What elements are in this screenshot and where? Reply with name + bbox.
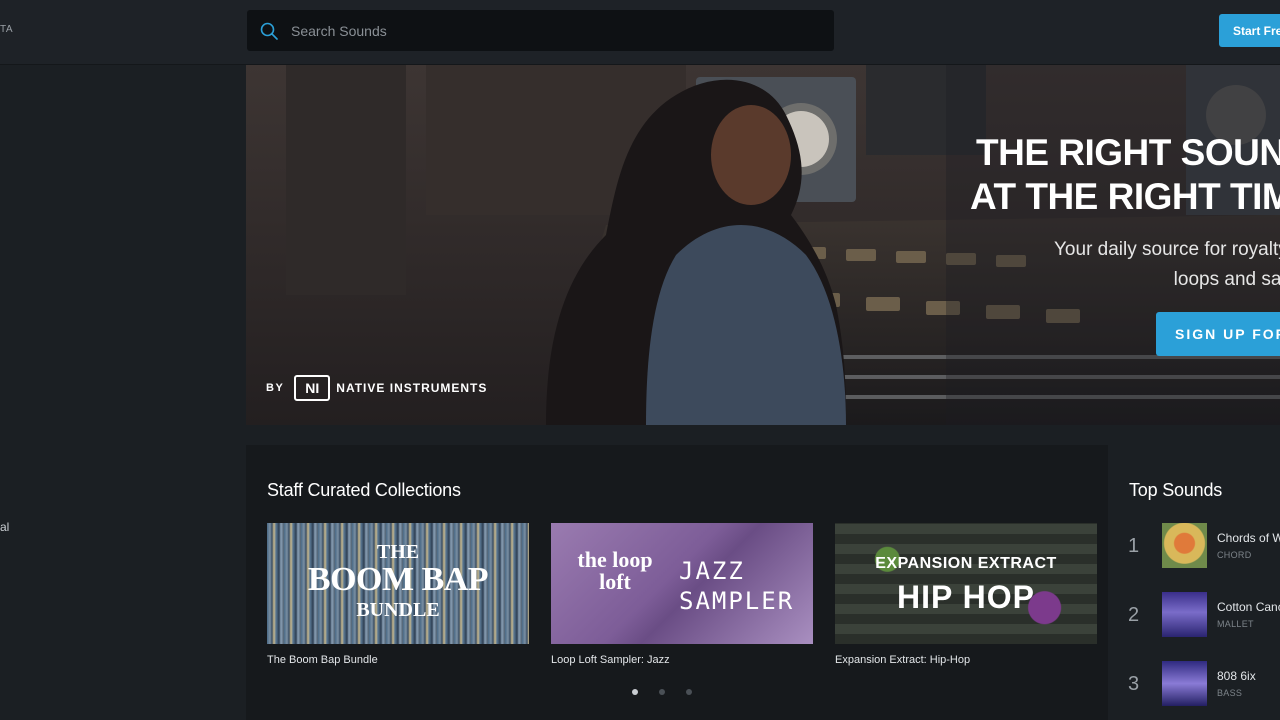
collection-card[interactable]: THE BOOM BAP BUNDLE The Boom Bap Bundle [267,523,529,666]
top-bar: TA Start Free [0,0,1280,65]
sound-title[interactable]: Chords of W [1217,531,1280,545]
collections-title: Staff Curated Collections [267,480,461,500]
sound-artwork[interactable] [1162,523,1207,568]
app-window: TA Start Free al [0,0,1280,720]
rank: 3 [1128,673,1140,695]
sound-artwork[interactable] [1162,661,1207,706]
collection-caption[interactable]: Expansion Extract: Hip-Hop [835,654,1097,666]
artwork-text: EXPANSION EXTRACT [875,555,1057,572]
search-bar[interactable] [247,10,834,51]
top-sounds-title: Top Sounds [1129,480,1223,500]
loop-loft-brand: the loop loft [577,547,653,594]
brand-text[interactable]: TA [0,24,13,35]
top-sound-row[interactable]: 1 Chords of W CHORD [1108,523,1280,569]
jazz-sampler-artwork[interactable]: the loop loft JAZZ SAMPLER [551,523,813,644]
hero-subtitle-line1: Your daily source for royalty [1054,239,1280,260]
pager-dot[interactable] [659,689,665,695]
hero-headline: THE RIGHT SOUN AT THE RIGHT TIM [970,131,1280,219]
search-input[interactable] [291,10,834,51]
sound-artwork[interactable] [1162,592,1207,637]
hero-banner: THE RIGHT SOUN AT THE RIGHT TIM Your dai… [246,65,1280,425]
pager-dot[interactable] [686,689,692,695]
hero-headline-line2: AT THE RIGHT TIM [970,176,1280,217]
hero-subtitle-line2: loops and sar [1173,269,1280,290]
carousel-pager [632,689,692,695]
sidebar-item[interactable]: al [0,520,9,534]
collection-card[interactable]: EXPANSION EXTRACT HIP HOP Expansion Extr… [835,523,1097,666]
native-instruments-logo: BY NI NATIVE INSTRUMENTS [266,375,487,401]
hip-hop-artwork[interactable]: EXPANSION EXTRACT HIP HOP [835,523,1097,644]
rank: 2 [1128,604,1140,626]
sidebar: al [0,65,246,720]
collection-caption[interactable]: Loop Loft Sampler: Jazz [551,654,813,666]
hero-headline-line1: THE RIGHT SOUN [976,132,1280,173]
logo-by-text: BY [266,382,285,394]
sound-title[interactable]: 808 6ix [1217,669,1256,683]
artwork-text: JAZZ [679,557,745,585]
start-free-button[interactable]: Start Free [1219,14,1280,47]
collection-caption[interactable]: The Boom Bap Bundle [267,654,529,666]
logo-name: NATIVE INSTRUMENTS [336,381,488,395]
rank: 1 [1128,535,1140,557]
artwork-text: HIP HOP [897,579,1035,615]
search-icon [247,22,291,40]
top-sound-row[interactable]: 2 Cotton Canc MALLET [1108,592,1280,638]
ni-logo-icon: NI [294,375,331,401]
pager-dot[interactable] [632,689,638,695]
sound-type: CHORD [1217,550,1252,560]
artwork-text: SAMPLER [679,587,795,615]
boom-bap-artwork[interactable]: THE BOOM BAP BUNDLE [267,523,529,644]
hero-subtitle: Your daily source for royalty loops and … [1054,235,1280,295]
collection-card[interactable]: the loop loft JAZZ SAMPLER Loop Loft Sam… [551,523,813,666]
sound-title[interactable]: Cotton Canc [1217,600,1280,614]
artwork-text: BOOM BAP [307,561,489,598]
sound-type: BASS [1217,688,1243,698]
collections-panel: Staff Curated Collections THE BOOM BAP B… [246,445,1108,720]
sign-up-button[interactable]: SIGN UP FOR [1156,312,1280,356]
artwork-text: BUNDLE [356,599,440,621]
top-sound-row[interactable]: 3 808 6ix BASS [1108,661,1280,707]
top-sounds-panel: Top Sounds 1 Chords of W CHORD 2 Cotton … [1108,445,1280,720]
sound-type: MALLET [1217,619,1254,629]
